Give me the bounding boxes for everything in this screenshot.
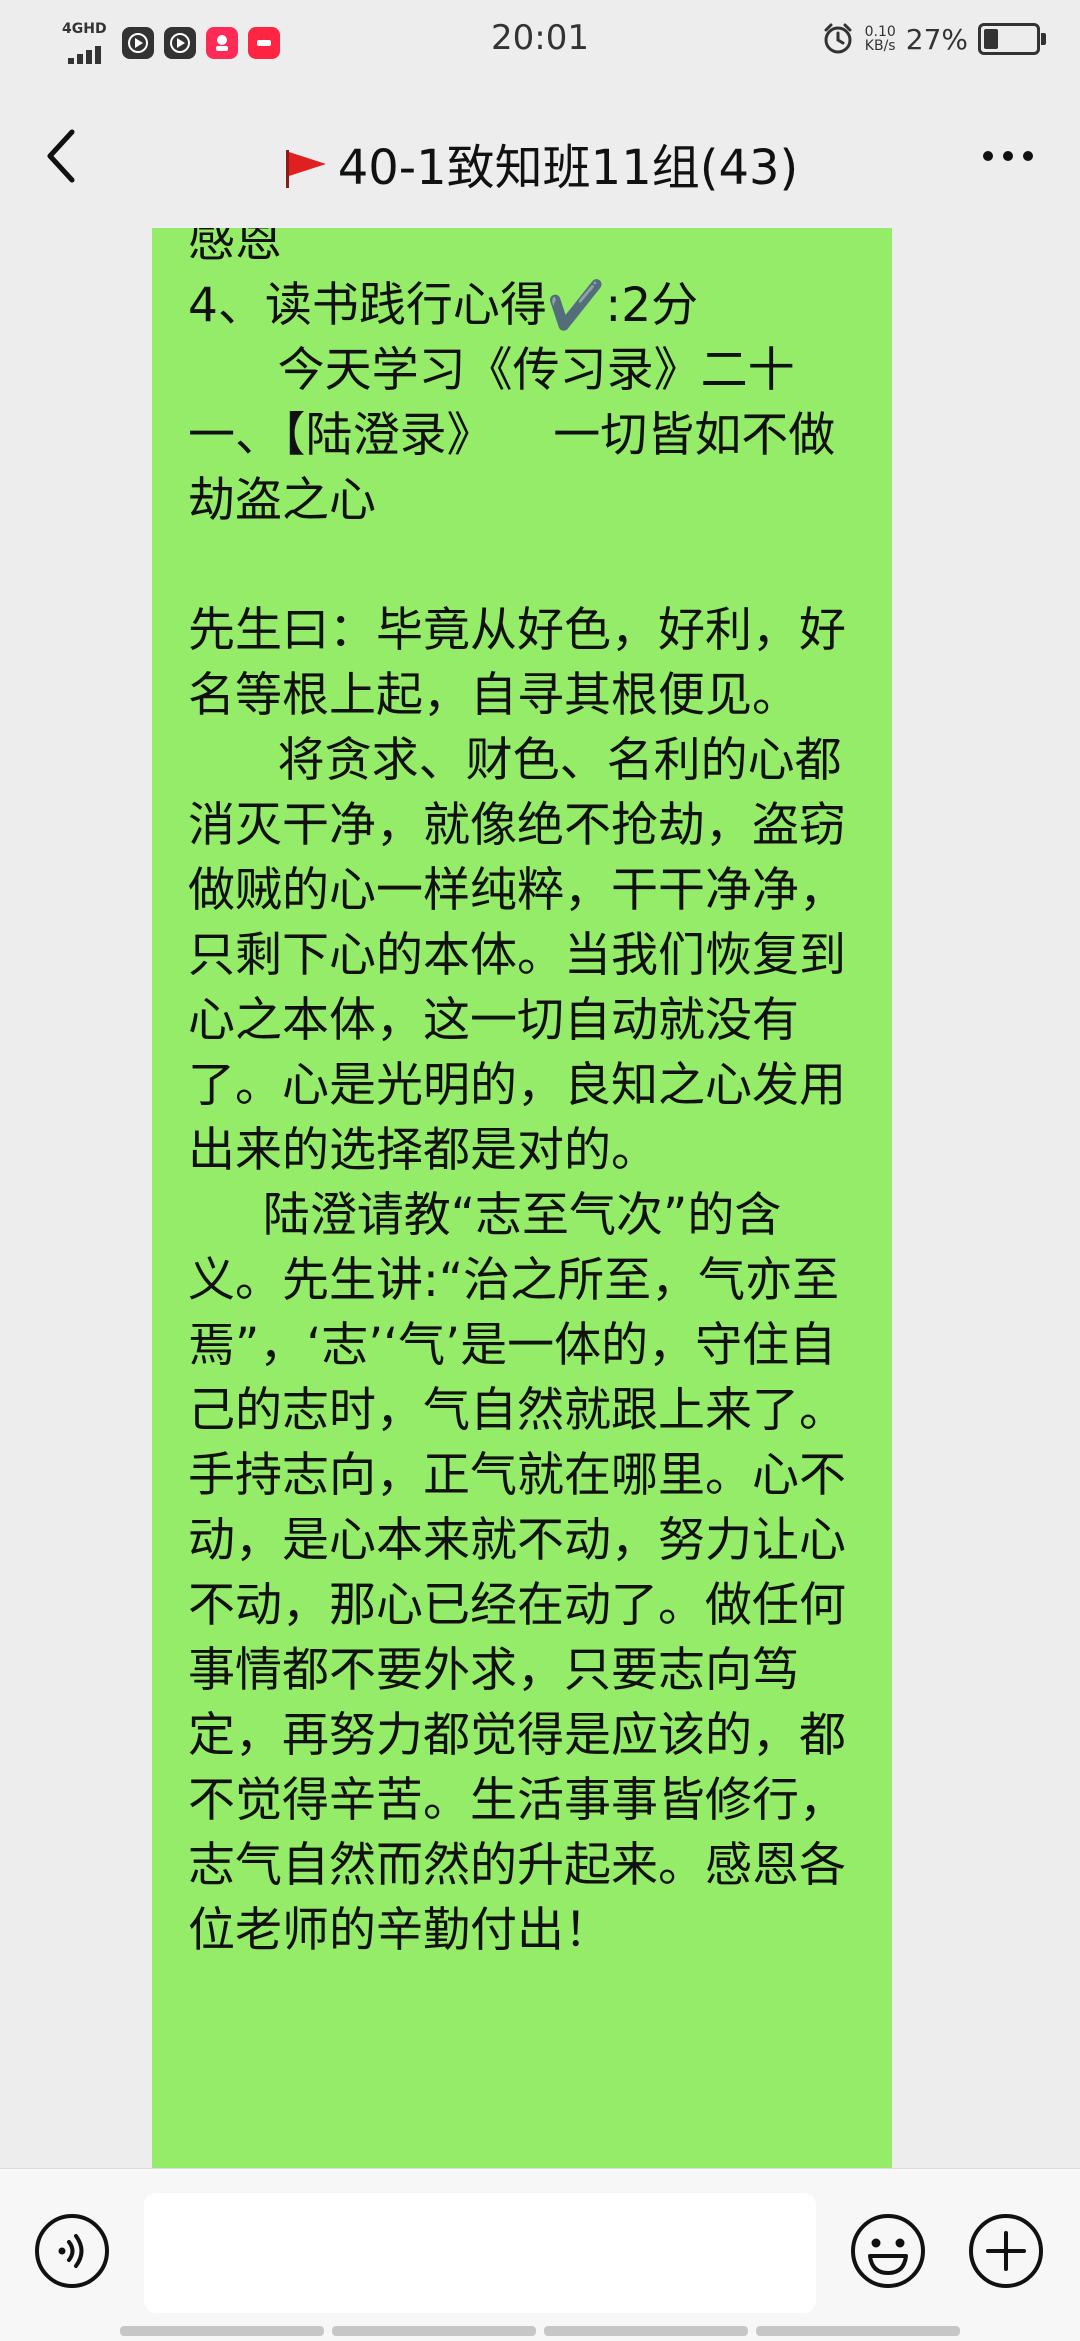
chat-title: 40-1致知班11组(43) [170, 128, 910, 198]
message-input[interactable] [144, 2193, 816, 2313]
battery-fill [984, 29, 998, 49]
voice-input-button[interactable] [32, 2211, 112, 2291]
emoji-button[interactable] [848, 2211, 928, 2291]
status-bar: 4GHD 20:01 0.10 KB/s 27% [0, 0, 1080, 84]
status-right: 0.10 KB/s 27% [821, 22, 1046, 56]
message-text: 感恩 4、读书践行心得✔️:2分 今天学习《传习录》二十一、【陆澄录》 一切皆如… [188, 228, 846, 1958]
chat-title-text: 40-1致知班11组(43) [337, 140, 799, 196]
chat-header: 40-1致知班11组(43) [0, 84, 1080, 228]
voice-icon [35, 2214, 109, 2288]
network-speed: 0.10 KB/s [865, 25, 896, 53]
chat-messages[interactable]: 感恩 4、读书践行心得✔️:2分 今天学习《传习录》二十一、【陆澄录》 一切皆如… [0, 228, 1080, 2168]
plus-icon [969, 2214, 1043, 2288]
battery-icon [978, 23, 1046, 55]
input-bar [0, 2168, 1080, 2341]
more-actions-button[interactable] [966, 2211, 1046, 2291]
more-dots-icon [983, 151, 1033, 161]
battery-percent: 27% [905, 22, 968, 56]
flag-icon [285, 150, 326, 188]
back-button[interactable] [32, 120, 92, 192]
more-options-button[interactable] [972, 120, 1044, 192]
alarm-icon [824, 23, 852, 54]
chevron-left-icon [47, 129, 75, 183]
speed-unit: KB/s [864, 38, 896, 54]
speed-value: 0.10 [864, 24, 896, 40]
gesture-bar[interactable] [120, 2326, 960, 2336]
message-bubble[interactable]: 感恩 4、读书践行心得✔️:2分 今天学习《传习录》二十一、【陆澄录》 一切皆如… [152, 228, 892, 2168]
emoji-icon [851, 2214, 925, 2288]
